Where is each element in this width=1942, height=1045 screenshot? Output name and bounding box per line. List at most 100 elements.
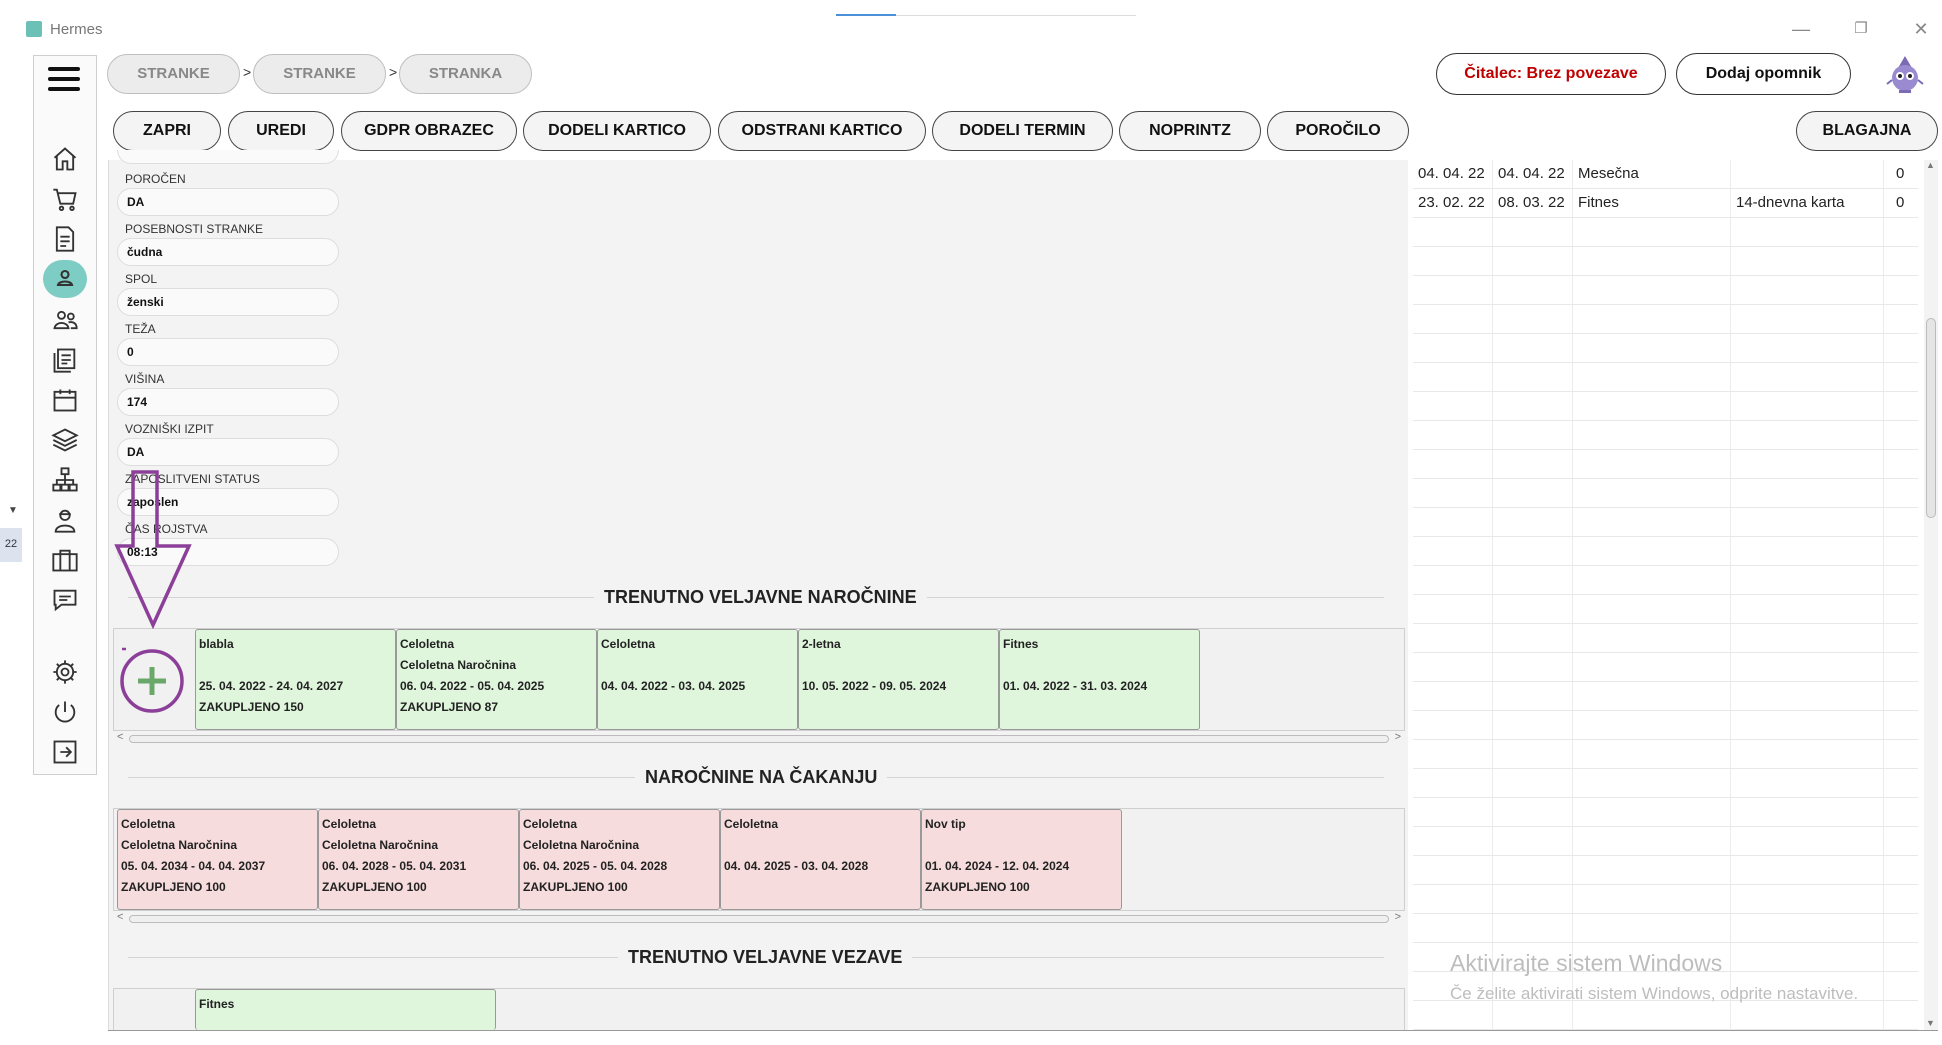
breadcrumb-item[interactable]: STRANKA [399,54,532,94]
subscription-card[interactable]: Fitnes 01. 04. 2022 - 31. 03. 2024 [999,629,1200,730]
table-row [1413,450,1918,479]
subscription-card[interactable]: blabla 25. 04. 2022 - 24. 04. 2027 ZAKUP… [195,629,396,730]
remove-card-button[interactable]: ODSTRANI KARTICO [718,111,926,151]
field-input[interactable]: 0 [117,338,339,366]
card-title: Celoletna [121,817,176,831]
add-subscription-button[interactable] [114,629,194,730]
assign-term-button[interactable]: DODELI TERMIN [932,111,1113,151]
vertical-scrollbar-thumb[interactable] [1926,318,1936,518]
field-label: VIŠINA [125,372,165,386]
layers-icon[interactable] [43,422,87,458]
table-cell: Mesečna [1578,165,1639,182]
field-input[interactable]: čudna [117,238,339,266]
list-icon[interactable] [43,342,87,378]
field-label: TEŽA [125,322,156,336]
table-row [1413,392,1918,421]
field-input[interactable]: DA [117,188,339,216]
field-input[interactable]: 174 [117,388,339,416]
users-icon[interactable] [43,302,87,338]
table-row [1413,827,1918,856]
user-icon[interactable] [43,260,87,298]
cash-register-button[interactable]: BLAGAJNA [1796,111,1938,151]
close-icon[interactable]: ✕ [1910,18,1932,40]
breadcrumb-item[interactable]: STRANKE [253,54,386,94]
vertical-scrollbar[interactable] [1924,160,1938,1030]
noprintz-button[interactable]: NOPRINTZ [1119,111,1261,151]
mascot-avatar[interactable] [1886,54,1924,94]
windows-activation-subtitle: Če želite aktivirati sistem Windows, odp… [1450,984,1859,1003]
dropdown-arrow-icon[interactable]: ▼ [8,505,18,516]
breadcrumb-item[interactable]: STRANKE [107,54,240,94]
window-title: Hermes [50,21,103,38]
section-title-links: TRENUTNO VELJAVNE VEZAVE [618,947,913,968]
card-period: 10. 05. 2022 - 09. 05. 2024 [802,679,947,693]
link-card[interactable]: Fitnes [195,989,496,1030]
annotation-arrow-icon [113,470,193,630]
table-row[interactable]: 04. 04. 22 04. 04. 22 Mesečna 0 [1413,160,1918,189]
restore-icon[interactable]: ❐ [1850,18,1872,40]
waiting-subscription-card[interactable]: Celoletna Celoletna Naročnina 05. 04. 20… [117,809,318,910]
title-divider [896,15,1136,16]
subscription-card[interactable]: 2-letna 10. 05. 2022 - 09. 05. 2024 [798,629,999,730]
card-title: blabla [199,637,234,651]
card-period: 06. 04. 2025 - 05. 04. 2028 [523,859,668,873]
card-reserved: ZAKUPLJENO 87 [400,700,499,714]
card-subtitle [925,835,1118,856]
card-subtitle: Celoletna Naročnina [400,658,517,672]
breadcrumb-separator: > [243,64,252,80]
horizontal-scrollbar[interactable]: < > [113,911,1405,926]
table-row [1413,421,1918,450]
field-input[interactable]: DA [117,438,339,466]
section-title-current: TRENUTNO VELJAVNE NAROČNINE [594,587,927,608]
assign-card-button[interactable]: DODELI KARTICO [523,111,711,151]
card-period: 25. 04. 2022 - 24. 04. 2027 [199,679,344,693]
hamburger-menu-icon[interactable] [48,67,80,91]
card-reserved: ZAKUPLJENO 100 [523,880,628,894]
cart-icon[interactable] [43,181,87,217]
briefcase-icon[interactable] [43,542,87,578]
document-icon[interactable] [43,221,87,257]
power-icon[interactable] [43,694,87,730]
section-title-waiting: NAROČNINE NA ČAKANJU [635,767,888,788]
gear-icon[interactable] [43,654,87,690]
worker-icon[interactable] [43,502,87,538]
card-subtitle [802,655,995,676]
table-row [1413,740,1918,769]
home-icon[interactable] [43,141,87,177]
minimize-icon[interactable]: — [1790,18,1812,40]
table-cell: 08. 03. 22 [1498,194,1565,211]
logout-icon[interactable] [43,734,87,770]
card-reserved [601,697,794,718]
network-icon[interactable] [43,462,87,498]
card-reserved: ZAKUPLJENO 150 [199,700,304,714]
waiting-subscription-card[interactable]: Nov tip 01. 04. 2024 - 12. 04. 2024 ZAKU… [921,809,1122,910]
subscription-card[interactable]: Celoletna 04. 04. 2022 - 03. 04. 2025 [597,629,798,730]
table-row [1413,624,1918,653]
scroll-down-icon[interactable]: ▼ [1926,1018,1935,1028]
calendar-icon[interactable] [43,382,87,418]
table-row [1413,247,1918,276]
card-title: Fitnes [1003,637,1039,651]
subscription-card[interactable]: Celoletna Celoletna Naročnina 06. 04. 20… [396,629,597,730]
card-reserved: ZAKUPLJENO 100 [925,880,1030,894]
add-reminder-button[interactable]: Dodaj opomnik [1676,53,1851,95]
app-logo-icon [26,21,42,37]
waiting-subscription-card[interactable]: Celoletna Celoletna Naročnina 06. 04. 20… [519,809,720,910]
reader-status-button[interactable]: Čitalec: Brez povezave [1436,53,1666,95]
card-subtitle [199,655,392,676]
field-input[interactable]: ženski [117,288,339,316]
scroll-up-icon[interactable]: ▲ [1926,160,1935,170]
close-button[interactable]: ZAPRI [113,111,221,151]
horizontal-scrollbar[interactable]: < > [113,731,1405,746]
chat-icon[interactable] [43,582,87,618]
report-button[interactable]: POROČILO [1267,111,1409,151]
table-row [1413,479,1918,508]
waiting-subscription-card[interactable]: Celoletna Celoletna Naročnina 06. 04. 20… [318,809,519,910]
table-row [1413,334,1918,363]
edit-button[interactable]: UREDI [228,111,334,151]
gdpr-form-button[interactable]: GDPR OBRAZEC [341,111,517,151]
table-row[interactable]: 23. 02. 22 08. 03. 22 Fitnes 14-dnevna k… [1413,189,1918,218]
table-cell [1731,160,1736,189]
field-input-partial[interactable] [117,150,339,164]
waiting-subscription-card[interactable]: Celoletna 04. 04. 2025 - 03. 04. 2028 [720,809,921,910]
